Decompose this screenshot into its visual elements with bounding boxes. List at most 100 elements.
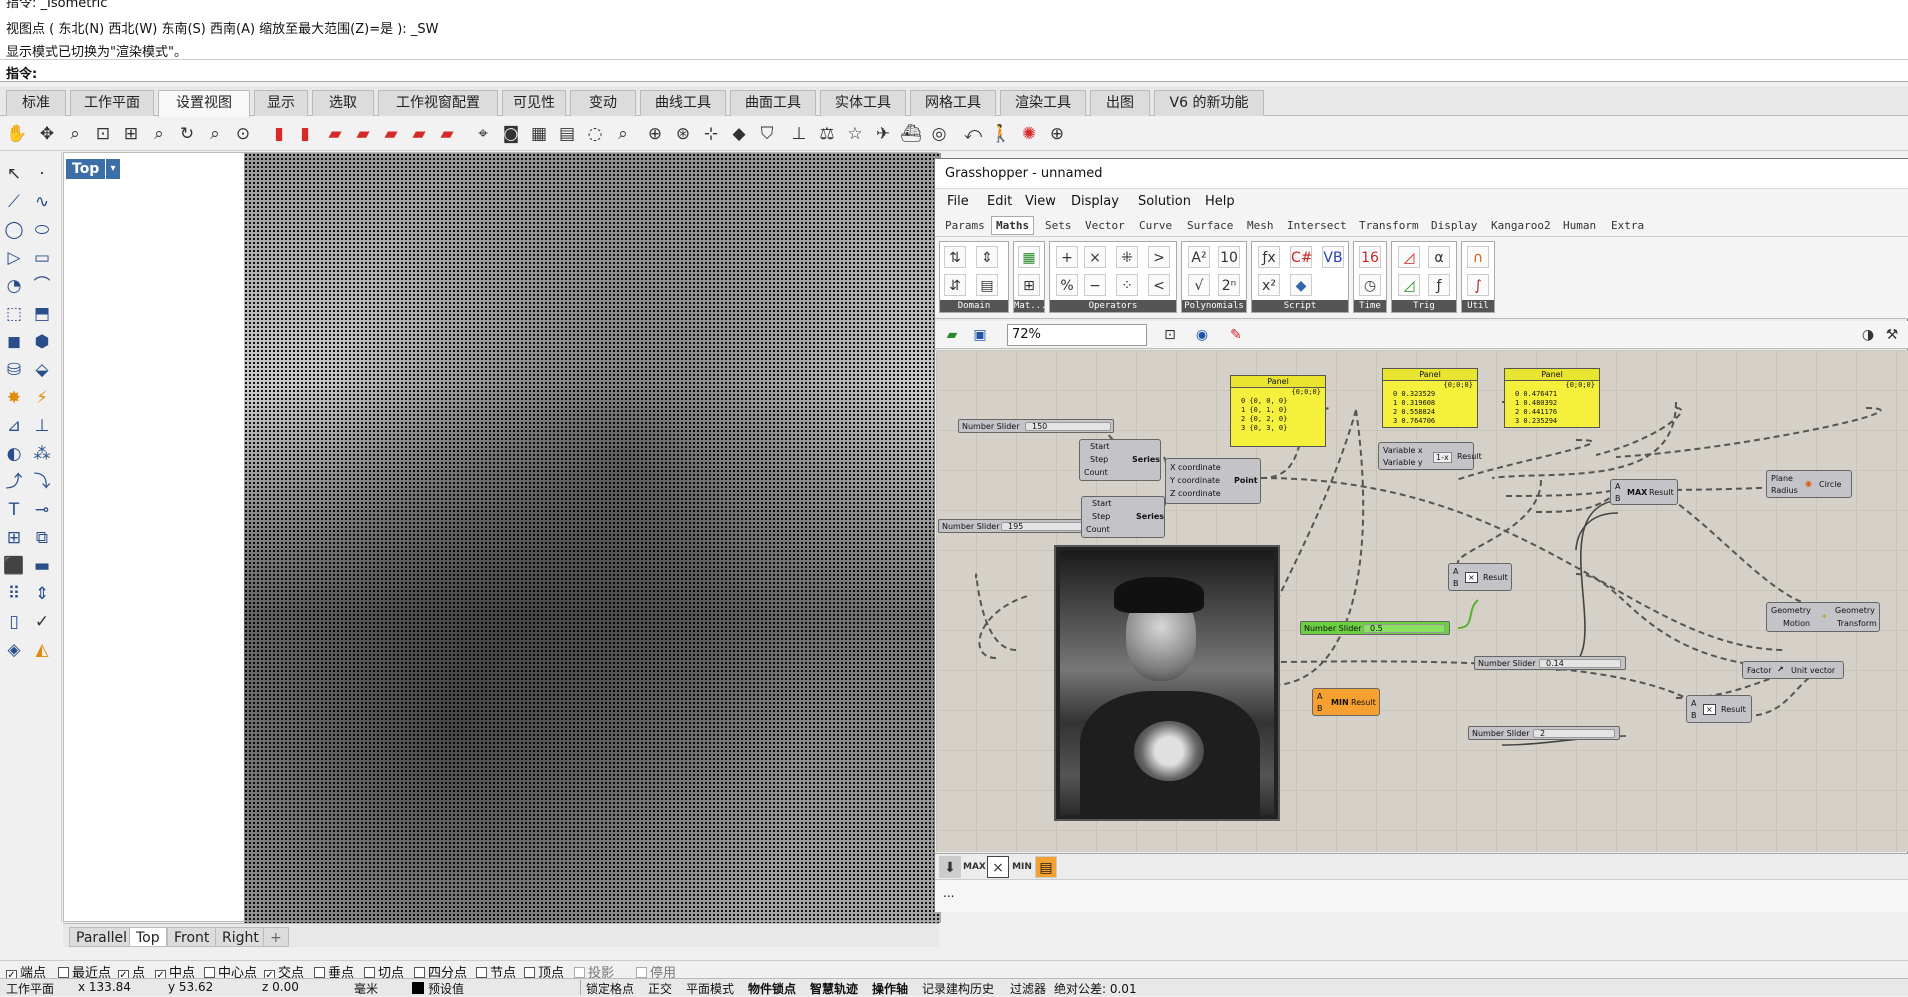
book-icon[interactable]: ▯	[2, 610, 26, 634]
panel-2[interactable]: Panel {0;0;0} 0 0.323529 1 0.319608 2 0.…	[1382, 368, 1478, 428]
paint-icon[interactable]: ◭	[30, 638, 54, 662]
check-icon[interactable]: ✓	[30, 610, 54, 634]
tab-select[interactable]: 选取	[312, 90, 374, 116]
tab-v6-new[interactable]: V6 的新功能	[1154, 90, 1264, 116]
save-file-icon[interactable]: ▣	[969, 324, 991, 346]
tab-standard[interactable]: 标准	[6, 90, 66, 116]
tab-layout[interactable]: 出图	[1090, 90, 1150, 116]
slider-1-track[interactable]: 150	[1025, 422, 1111, 431]
group-icon[interactable]: ⁂	[30, 442, 54, 466]
maximum-component[interactable]: A B MAX Result	[1610, 479, 1678, 505]
download-icon[interactable]: ⬇	[939, 856, 961, 878]
status-planar[interactable]: 平面模式	[686, 980, 734, 997]
shield-view-icon[interactable]: ⛉	[756, 123, 778, 145]
command-prompt[interactable]: 指令:	[0, 60, 1908, 82]
grid-array-icon[interactable]: ⠿	[2, 582, 26, 606]
walker-icon[interactable]: 🚶	[990, 123, 1012, 145]
polyline-icon[interactable]: ⟋	[2, 190, 26, 214]
status-gumball[interactable]: 操作轴	[872, 980, 908, 997]
mesh-icon[interactable]: ⬙	[30, 358, 54, 382]
axis-icon[interactable]: ⊥	[788, 123, 810, 145]
multiplication-component-2[interactable]: A B × Result	[1686, 695, 1752, 723]
curve-icon[interactable]: ∿	[30, 190, 54, 214]
vp-tab-top[interactable]: Top	[129, 927, 167, 947]
arc-icon[interactable]: ◔	[2, 274, 26, 298]
extrude-icon[interactable]: ⬒	[30, 302, 54, 326]
mirror-icon[interactable]: ⧉	[30, 526, 54, 550]
unit-vector-component[interactable]: Factor ↗ Unit vector	[1742, 661, 1844, 679]
vp-tab-front[interactable]: Front	[167, 927, 217, 947]
gh-tab-mesh[interactable]: Mesh	[1247, 219, 1274, 232]
named-view-icon[interactable]: ⌖	[472, 123, 494, 145]
gh-tab-display[interactable]: Display	[1431, 219, 1477, 232]
matrix-icon[interactable]: ▦	[1018, 246, 1040, 268]
slider-3-track[interactable]: 0.5	[1363, 624, 1445, 633]
zoom-1to1-icon[interactable]: ⊙	[232, 123, 254, 145]
car-view-2-icon[interactable]: ▰	[352, 123, 374, 145]
vp-add-tab-icon[interactable]: +	[263, 927, 289, 947]
slider-4-track[interactable]: 0.14	[1539, 659, 1621, 668]
zoom-window-icon[interactable]: ⊞	[120, 123, 142, 145]
zoom-extents-icon[interactable]: ⊡	[92, 123, 114, 145]
tab-render-tools[interactable]: 渲染工具	[1000, 90, 1086, 116]
status-grid-snap[interactable]: 锁定格点	[586, 980, 634, 997]
camera-icon[interactable]: ◙	[500, 123, 522, 145]
array-icon[interactable]: ⊞	[2, 526, 26, 550]
snap-tan-checkbox[interactable]	[364, 967, 375, 978]
top-viewport[interactable]: Top ▾	[63, 152, 941, 923]
viewports-icon[interactable]: ▤	[556, 123, 578, 145]
vp-tab-right[interactable]: Right	[215, 927, 266, 947]
multiplication-icon[interactable]: ×	[1084, 246, 1106, 268]
bell-curve-icon[interactable]: ∩	[1467, 246, 1489, 268]
split-icon[interactable]: ⊥	[30, 414, 54, 438]
tab-surface-tools[interactable]: 曲面工具	[730, 90, 816, 116]
vb-icon[interactable]: VB	[1322, 246, 1344, 268]
rectangle-icon[interactable]: ▭	[30, 246, 54, 270]
status-filter[interactable]: 过滤器	[1010, 980, 1046, 997]
explode-icon[interactable]: ✸	[2, 386, 26, 410]
power-ten-icon[interactable]: 10	[1218, 246, 1240, 268]
gh-tab-kangaroo2[interactable]: Kangaroo2	[1491, 219, 1551, 232]
boolean-icon[interactable]: ⬢	[30, 330, 54, 354]
star-icon[interactable]: ☆	[844, 123, 866, 145]
expression-component[interactable]: Variable x Variable y 1-x Result	[1378, 442, 1482, 470]
car-view-1-icon[interactable]: ▰	[324, 123, 346, 145]
number-slider-2[interactable]: Number Slider 195	[938, 519, 1088, 533]
minimum-component[interactable]: A B MIN Result	[1312, 688, 1380, 716]
gh-tab-surface[interactable]: Surface	[1187, 219, 1233, 232]
tab-solid-tools[interactable]: 实体工具	[820, 90, 906, 116]
balance-icon[interactable]: ⚖	[816, 123, 838, 145]
tab-viewport-layout[interactable]: 工作视窗配置	[378, 90, 498, 116]
snap-vertex-checkbox[interactable]	[524, 967, 535, 978]
status-history[interactable]: 记录建构历史	[922, 980, 994, 997]
render-icon[interactable]: ▮	[268, 123, 290, 145]
zoom-extents-gh-icon[interactable]: ⊡	[1159, 324, 1181, 346]
tab-display[interactable]: 显示	[254, 90, 308, 116]
gh-menu-file[interactable]: File	[947, 194, 969, 209]
pan-icon[interactable]: ✋	[6, 123, 28, 145]
smaller-than-icon[interactable]: <	[1148, 274, 1170, 296]
gh-menu-help[interactable]: Help	[1205, 194, 1235, 209]
function-icon[interactable]: ƒ	[1428, 274, 1450, 296]
slider-5-track[interactable]: 2	[1533, 729, 1615, 738]
gh-menu-display[interactable]: Display	[1071, 194, 1119, 209]
circle-component[interactable]: Plane Radius ◉ Circle	[1766, 470, 1852, 498]
multiply-bottom-icon[interactable]: ×	[987, 856, 1009, 878]
text-icon[interactable]: T	[2, 498, 26, 522]
sun-icon[interactable]: ✺	[1018, 123, 1040, 145]
viewport-grid-icon[interactable]: ▦	[528, 123, 550, 145]
gh-tab-sets[interactable]: Sets	[1045, 219, 1072, 232]
calendar-icon[interactable]: 16	[1359, 246, 1381, 268]
gumball-icon[interactable]: ⇕	[30, 582, 54, 606]
max-bottom-icon[interactable]: MAX	[963, 856, 986, 878]
zoom-out-icon[interactable]: ⌕	[204, 123, 226, 145]
number-slider-3[interactable]: Number Slider 0.5	[1300, 621, 1450, 635]
gh-tab-intersect[interactable]: Intersect	[1287, 219, 1347, 232]
gh-tab-human[interactable]: Human	[1563, 219, 1596, 232]
status-smarttrack[interactable]: 智慧轨迹	[810, 980, 858, 997]
move-icon[interactable]: ⤴	[2, 470, 26, 494]
gh-tab-vector[interactable]: Vector	[1085, 219, 1125, 232]
construct-point-component[interactable]: X coordinate Y coordinate Z coordinate P…	[1165, 458, 1261, 504]
open-file-icon[interactable]: ▰	[941, 324, 963, 346]
python-icon[interactable]: ◆	[1290, 274, 1312, 296]
